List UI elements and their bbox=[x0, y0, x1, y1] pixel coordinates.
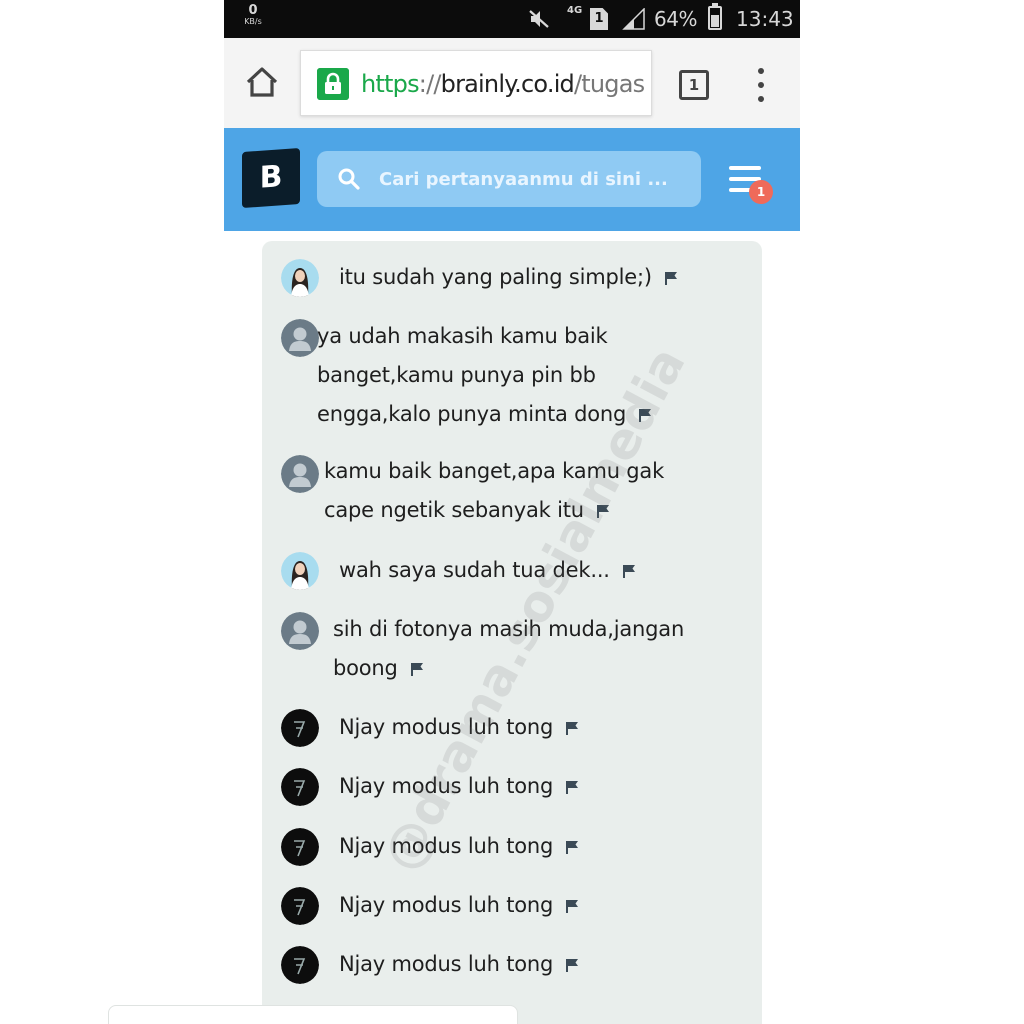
avatar-dark[interactable] bbox=[281, 887, 319, 925]
network-speed: 0 KB/s bbox=[238, 4, 268, 26]
url-path: /tugas bbox=[574, 70, 645, 98]
avatar-dark[interactable] bbox=[281, 709, 319, 747]
flag-icon[interactable] bbox=[565, 780, 579, 794]
notification-badge: 1 bbox=[749, 180, 773, 204]
clock: 13:43 bbox=[736, 7, 794, 31]
avatar-default[interactable] bbox=[281, 455, 319, 493]
brainly-logo[interactable]: B bbox=[242, 147, 300, 209]
search-input[interactable] bbox=[379, 151, 689, 207]
url-scheme: https bbox=[361, 70, 420, 98]
comment-text: Njay modus luh tong bbox=[339, 827, 759, 866]
url-text: https://brainly.co.id/tugas bbox=[361, 69, 645, 99]
url-separator: :// bbox=[418, 70, 442, 98]
avatar-woman[interactable] bbox=[281, 552, 319, 590]
comment-text: Njay modus luh tong bbox=[339, 767, 759, 806]
flag-icon[interactable] bbox=[565, 721, 579, 735]
flag-icon[interactable] bbox=[622, 564, 636, 578]
network-speed-value: 0 bbox=[248, 3, 258, 18]
network-speed-unit: KB/s bbox=[244, 17, 262, 26]
network-type-label: 4G bbox=[567, 5, 583, 16]
flag-icon[interactable] bbox=[596, 504, 610, 518]
url-domain: brainly.co.id bbox=[440, 70, 575, 98]
address-bar[interactable]: https://brainly.co.id/tugas bbox=[300, 50, 652, 116]
comment-text: sih di fotonya masih muda,jangan boong bbox=[333, 617, 685, 680]
search-bar[interactable] bbox=[317, 151, 701, 207]
flag-icon[interactable] bbox=[664, 271, 678, 285]
comment-input[interactable] bbox=[108, 1005, 518, 1024]
browser-toolbar: https://brainly.co.id/tugas 1 bbox=[224, 38, 800, 128]
avatar-default[interactable] bbox=[281, 612, 319, 650]
status-bar: 0 KB/s 4G 1 64% 13:43 bbox=[224, 0, 800, 38]
sim-icon: 1 bbox=[590, 8, 608, 30]
battery-percent: 64% bbox=[654, 7, 697, 31]
overflow-menu-icon[interactable] bbox=[752, 68, 770, 102]
flag-icon[interactable] bbox=[565, 958, 579, 972]
comment-text: kamu baik banget,apa kamu gak cape ngeti… bbox=[324, 459, 665, 522]
avatar-dark[interactable] bbox=[281, 946, 319, 984]
avatar-default[interactable] bbox=[281, 319, 319, 357]
flag-icon[interactable] bbox=[410, 662, 424, 676]
battery-icon bbox=[708, 3, 722, 30]
comment-text: wah saya sudah tua dek... bbox=[339, 551, 759, 590]
comment-text: ya udah makasih kamu baik banget,kamu pu… bbox=[317, 317, 677, 434]
comment-text: itu sudah yang paling simple;) bbox=[339, 258, 759, 297]
home-icon[interactable] bbox=[244, 64, 280, 100]
app-header: B 1 bbox=[224, 128, 800, 231]
flag-icon[interactable] bbox=[565, 840, 579, 854]
flag-icon[interactable] bbox=[565, 899, 579, 913]
comment-text: Njay modus luh tong bbox=[339, 945, 759, 984]
search-icon bbox=[338, 168, 360, 190]
comment-text: Njay modus luh tong bbox=[339, 708, 759, 747]
lock-icon bbox=[317, 68, 349, 100]
phone-screen: 0 KB/s 4G 1 64% 13:43 https://brainly.co… bbox=[224, 0, 800, 1024]
signal-icon bbox=[622, 8, 645, 30]
flag-icon[interactable] bbox=[638, 408, 652, 422]
comment-text: Njay modus luh tong bbox=[339, 886, 759, 925]
comments-panel: itu sudah yang paling simple;) ya udah m… bbox=[262, 241, 762, 1024]
tab-switcher-button[interactable]: 1 bbox=[679, 70, 709, 100]
avatar-woman[interactable] bbox=[281, 259, 319, 297]
avatar-dark[interactable] bbox=[281, 828, 319, 866]
mute-icon bbox=[529, 10, 549, 28]
avatar-dark[interactable] bbox=[281, 768, 319, 806]
